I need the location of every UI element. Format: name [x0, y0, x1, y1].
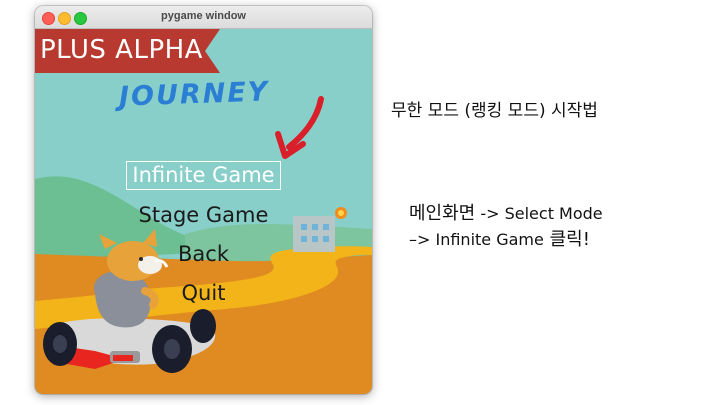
instruction-steps: 메인화면 -> Select Mode –> Infinite Game 클릭!	[409, 201, 603, 253]
menu-infinite-game[interactable]: Infinite Game	[35, 161, 372, 190]
plus-alpha-banner: PLUS ALPHA	[40, 35, 203, 65]
instruction-step-line-2: –> Infinite Game 클릭!	[409, 227, 603, 253]
menu-stage-game-label: Stage Game	[138, 203, 269, 227]
window-title: pygame window	[161, 10, 246, 22]
menu-quit[interactable]: Quit	[35, 280, 372, 307]
menu-back[interactable]: Back	[35, 241, 372, 268]
click-text: 클릭!	[543, 229, 590, 250]
window-titlebar[interactable]: pygame window	[35, 6, 372, 29]
game-canvas[interactable]: PLUS ALPHA JOURNEY Infinite Game Stage G…	[35, 29, 372, 394]
menu-stage-game[interactable]: Stage Game	[35, 202, 372, 229]
menu-back-label: Back	[178, 242, 229, 266]
menu-quit-label: Quit	[181, 281, 226, 305]
infinite-game-text: –> Infinite Game	[409, 230, 544, 249]
main-screen-text: 메인화면	[409, 203, 476, 224]
menu-infinite-game-label: Infinite Game	[126, 161, 281, 190]
instruction-heading: 무한 모드 (랭킹 모드) 시작법	[391, 101, 598, 121]
journey-logo: JOURNEY	[118, 76, 270, 113]
instruction-step-line-1: 메인화면 -> Select Mode	[409, 201, 603, 227]
pygame-window: pygame window PLUS ALPHA JOURNEY Infinit…	[35, 6, 372, 394]
select-mode-text: -> Select Mode	[475, 204, 603, 223]
